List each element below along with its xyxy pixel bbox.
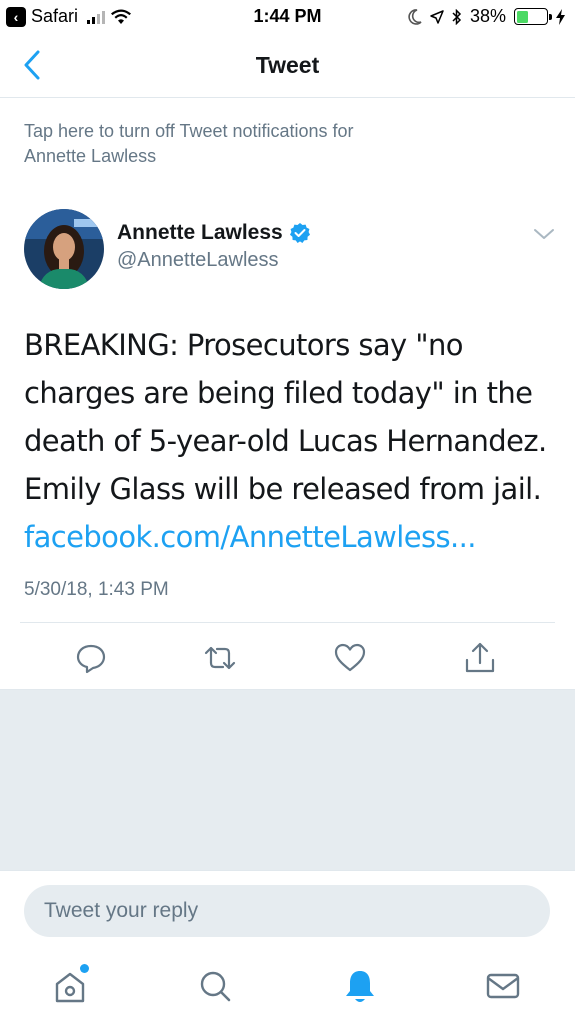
battery-level xyxy=(516,10,528,23)
divider xyxy=(20,622,555,623)
search-icon[interactable] xyxy=(197,966,233,1006)
author-name-text: Annette Lawless xyxy=(117,221,283,244)
reply-input[interactable] xyxy=(24,885,550,937)
reply-bar xyxy=(0,870,575,950)
page-title: Tweet xyxy=(255,52,320,78)
battery-percent: 38% xyxy=(469,6,506,26)
banner-text-line2: Annette Lawless xyxy=(24,146,157,166)
tab-bar xyxy=(0,950,575,1024)
battery-icon xyxy=(514,8,552,25)
charging-bolt-icon xyxy=(556,8,565,25)
like-heart-icon[interactable] xyxy=(333,641,367,675)
author-handle[interactable]: @AnnetteLawless xyxy=(117,249,279,272)
tweet-timestamp: 5/30/18, 1:43 PM xyxy=(24,579,169,600)
notifications-bell-icon[interactable] xyxy=(342,966,378,1006)
messages-envelope-icon[interactable] xyxy=(485,966,521,1006)
chevron-down-icon[interactable] xyxy=(533,227,555,241)
banner-text-line1: Tap here to turn off Tweet notifications… xyxy=(24,121,354,141)
tweet-text-line: death of 5-year-old Lucas Hernandez. xyxy=(24,424,547,458)
reply-icon[interactable] xyxy=(74,641,108,675)
empty-replies-area xyxy=(0,690,575,870)
author-name[interactable]: Annette Lawless xyxy=(117,221,311,245)
bluetooth-icon xyxy=(452,8,462,25)
retweet-icon[interactable] xyxy=(203,641,237,675)
status-right: 38% xyxy=(408,6,565,27)
notification-toggle-banner[interactable]: Tap here to turn off Tweet notifications… xyxy=(0,99,575,181)
avatar[interactable] xyxy=(24,209,104,289)
share-icon[interactable] xyxy=(463,641,497,675)
home-unread-dot xyxy=(80,964,89,973)
verified-badge-icon xyxy=(289,223,310,243)
tweet-text-line: charges are being filed today" in the xyxy=(24,376,533,410)
tweet-link[interactable]: facebook.com/AnnetteLawless... xyxy=(24,513,564,561)
tweet-actions xyxy=(0,641,575,675)
tweet: Annette Lawless @AnnetteLawless BREAKING… xyxy=(0,181,575,690)
tweet-detail-screen: ‹ Safari 1:44 PM 38% Tweet Tap here to t… xyxy=(0,0,575,1024)
location-arrow-icon xyxy=(430,9,444,24)
moon-icon xyxy=(408,8,422,25)
nav-bar: Tweet xyxy=(0,34,575,98)
tweet-text-line: Emily Glass will be released from jail. xyxy=(24,472,542,506)
tweet-text-line: BREAKING: Prosecutors say "no xyxy=(24,328,464,362)
status-bar: ‹ Safari 1:44 PM 38% xyxy=(0,0,575,34)
tweet-text: BREAKING: Prosecutors say "no charges ar… xyxy=(24,321,564,561)
avatar-image xyxy=(24,209,104,289)
